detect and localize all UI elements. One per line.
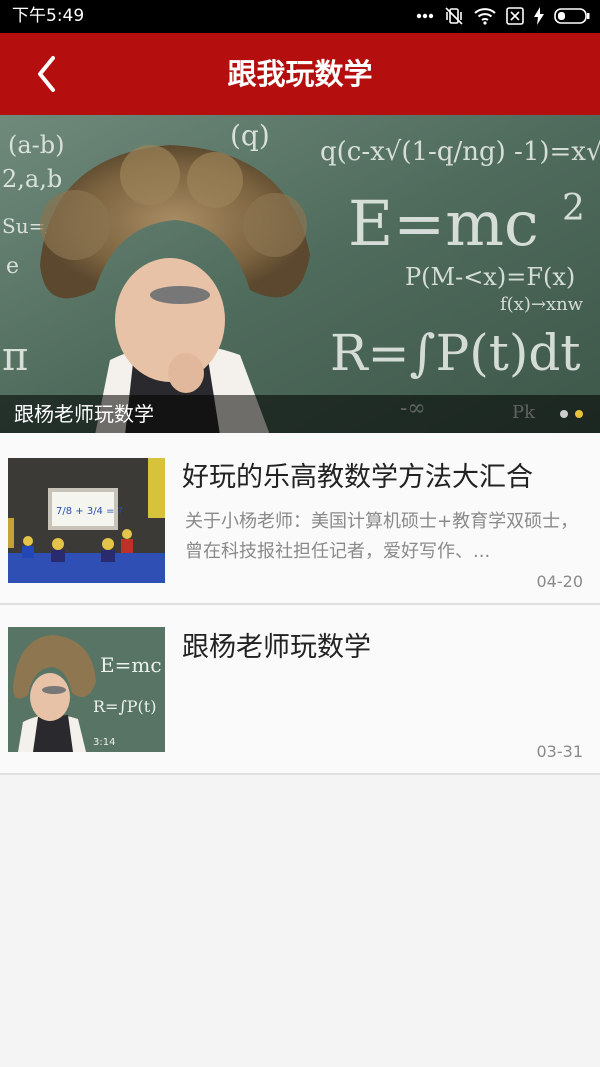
wifi-icon — [474, 8, 496, 25]
chalk-emc-sup: 2 — [562, 188, 585, 229]
chalk-left3: e — [6, 254, 19, 279]
battery-icon — [554, 8, 590, 24]
more-dots-icon — [416, 13, 434, 19]
carousel-indicator — [560, 410, 583, 418]
sim-x-icon — [506, 7, 524, 25]
charging-icon — [534, 7, 544, 25]
app-bar: 跟我玩数学 — [0, 33, 600, 115]
chalk-pi: π — [2, 334, 28, 380]
thumb-chalk-emc: E=mc — [100, 653, 162, 677]
thumb-chalk-num: 3:14 — [93, 737, 115, 748]
vibrate-off-icon — [445, 7, 463, 25]
article-item[interactable]: E=mc R=∫P(t) 3:14 跟杨老师玩数学 03-31 — [0, 605, 600, 775]
chalk-p-eq: P(M-<x)=F(x) — [405, 263, 575, 291]
banner-caption-text: 跟杨老师玩数学 — [14, 402, 154, 426]
article-title: 跟杨老师玩数学 — [182, 632, 371, 663]
article-item[interactable]: 7/8 + 3/4 = ? 好玩的乐高教数学方法大汇合 关于小杨老师：美国计算机… — [0, 433, 600, 605]
chalk-left1: 2,a,b — [2, 165, 62, 193]
lego-board-text: 7/8 + 3/4 = ? — [56, 506, 123, 517]
chalk-top1: (a-b) — [8, 131, 65, 159]
status-time: 下午5:49 — [12, 6, 85, 26]
einstein-kid-image: E=mc R=∫P(t) 3:14 — [8, 627, 165, 752]
article-date: 03-31 — [536, 742, 584, 761]
status-bar: 下午5:49 — [0, 0, 600, 33]
status-icons — [416, 6, 590, 26]
article-thumbnail: 7/8 + 3/4 = ? — [8, 458, 165, 583]
lego-classroom-image: 7/8 + 3/4 = ? — [8, 458, 165, 583]
banner-caption: 跟杨老师玩数学 — [0, 395, 600, 433]
carousel-dot[interactable] — [560, 410, 568, 418]
page-title: 跟我玩数学 — [227, 57, 373, 91]
thumb-chalk-r: R=∫P(t) — [93, 697, 156, 716]
chalk-fx: f(x)→xnw — [500, 294, 584, 315]
chalk-top3: q(c-x√(1-q/ng) -1)=x√ — [320, 137, 600, 167]
article-thumbnail: E=mc R=∫P(t) 3:14 — [8, 627, 165, 752]
article-date: 04-20 — [536, 572, 584, 591]
carousel-dot-active[interactable] — [575, 410, 583, 418]
chalk-r-eq: R=∫P(t)dt — [330, 324, 580, 382]
chalk-top2: (q) — [230, 119, 270, 152]
banner-carousel[interactable]: (a-b) (q) q(c-x√(1-q/ng) -1)=x√ 2,a,b Su… — [0, 115, 600, 433]
chalk-emc: E=mc — [348, 187, 539, 260]
article-title: 好玩的乐高教数学方法大汇合 — [182, 462, 533, 493]
banner-image: (a-b) (q) q(c-x√(1-q/ng) -1)=x√ 2,a,b Su… — [0, 115, 600, 433]
article-summary: 关于小杨老师：美国计算机硕士+教育学双硕士，曾在科技报社担任记者，爱好写作、..… — [185, 511, 579, 562]
